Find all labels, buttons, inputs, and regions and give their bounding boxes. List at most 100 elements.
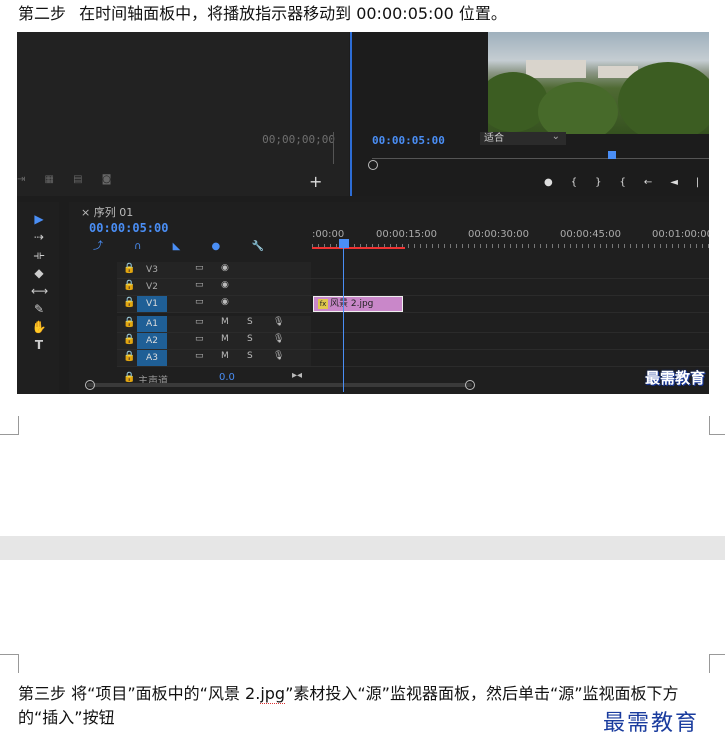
step3-pre: 第三步 将“项目”面板中的“风景 2. xyxy=(18,684,261,703)
ruler-label: 00:00:30:00 xyxy=(468,229,530,240)
premiere-screenshot: 00;00;00;00 ⇥ ▦ ▤ ◙ + 00:00:05:00 适合 ●{}… xyxy=(17,32,709,394)
step3-underlined: jpg xyxy=(260,684,286,704)
source-tool-icons: ⇥ ▦ ▤ ◙ xyxy=(17,174,120,185)
mute-button[interactable]: M xyxy=(221,317,229,327)
go-to-in-icon[interactable]: {← xyxy=(619,177,670,188)
lock-icon[interactable]: 🔒 xyxy=(123,351,135,362)
lock-icon[interactable]: 🔒 xyxy=(123,317,135,328)
track-name[interactable]: A2 xyxy=(137,333,167,349)
render-bar xyxy=(312,247,405,249)
mute-button[interactable]: M xyxy=(221,334,229,344)
program-ruler xyxy=(372,158,709,159)
filmstrip-icon[interactable]: ▭ xyxy=(195,280,204,290)
eye-icon[interactable]: ◉ xyxy=(221,280,229,290)
sync-icon[interactable]: ▭ xyxy=(195,351,204,361)
microphone-icon[interactable]: 🎙 xyxy=(273,351,284,361)
page-corner-mark xyxy=(709,416,725,435)
track-row: 🔒 V2 ▭ ◉ xyxy=(117,279,709,296)
marker-icon[interactable]: ● xyxy=(544,177,571,188)
sync-icon[interactable]: ▭ xyxy=(195,317,204,327)
clip-name: 风景 2.jpg xyxy=(330,299,374,309)
sync-icon[interactable]: ▭ xyxy=(195,334,204,344)
ruler-label: 00:00:45:00 xyxy=(560,229,622,240)
ruler-label: 00:00:15:00 xyxy=(376,229,438,240)
track-header: 🔒 V2 ▭ ◉ xyxy=(117,279,311,295)
step2-text: 在时间轴面板中，将播放指示器移动到 00:00:05:00 位置。 xyxy=(79,4,507,23)
lock-icon[interactable]: 🔒 xyxy=(123,372,135,383)
selection-tool-icon[interactable]: ▶ xyxy=(31,212,47,226)
source-timecode: 00;00;00;00 xyxy=(262,133,335,146)
page-break-gap xyxy=(0,536,725,560)
ruler-label: 00:01:00:00 xyxy=(652,229,709,240)
step-back-icon[interactable]: ◄| xyxy=(670,177,709,188)
time-ruler[interactable]: :00:00 00:00:15:00 00:00:30:00 00:00:45:… xyxy=(312,229,709,243)
track-header: 🔒 V1 ▭ ◉ xyxy=(117,296,311,312)
razor-tool-icon[interactable]: ◆ xyxy=(31,266,47,280)
timeline-clip[interactable]: fx 风景 2.jpg xyxy=(313,296,403,312)
filmstrip-icon[interactable]: ▭ xyxy=(195,297,204,307)
lock-icon[interactable]: 🔒 xyxy=(123,263,135,274)
slip-tool-icon[interactable]: ⟷ xyxy=(31,284,48,298)
lock-icon[interactable]: 🔒 xyxy=(123,297,135,308)
mark-in-icon[interactable]: { xyxy=(571,177,595,188)
source-divider xyxy=(333,132,334,164)
solo-button[interactable]: S xyxy=(247,334,253,344)
page-corner-mark xyxy=(709,654,725,673)
track-name[interactable]: A1 xyxy=(137,316,167,332)
track-row: 🔒 V3 ▭ ◉ xyxy=(117,262,709,279)
ripple-edit-tool-icon[interactable]: ⟛ xyxy=(31,248,47,262)
step2-label: 第二步 xyxy=(18,4,67,23)
eye-icon[interactable]: ◉ xyxy=(221,297,229,307)
page-corner-mark xyxy=(0,654,19,673)
program-transport-buttons[interactable]: ●{}{←◄| xyxy=(544,177,709,188)
track-name[interactable]: V3 xyxy=(137,262,167,278)
video-preview xyxy=(488,32,709,134)
scroll-handle-left[interactable] xyxy=(85,380,95,390)
track-header: 🔒 V3 ▭ ◉ xyxy=(117,262,311,278)
timeline-timecode[interactable]: 00:00:05:00 xyxy=(89,221,168,235)
master-volume-value[interactable]: 0.0 xyxy=(219,372,235,383)
track-name[interactable]: V1 xyxy=(137,296,167,312)
program-zoom-handle[interactable] xyxy=(368,160,378,170)
track-header: 🔒 A2 ▭ M S 🎙 xyxy=(117,333,311,349)
type-tool-icon[interactable]: T xyxy=(31,338,47,352)
watermark: 最需教育 xyxy=(603,711,700,736)
pen-tool-icon[interactable]: ✎ xyxy=(31,302,47,316)
track-header: 🔒 A3 ▭ M S 🎙 xyxy=(117,350,311,366)
hand-tool-icon[interactable]: ✋ xyxy=(31,320,47,334)
microphone-icon[interactable]: 🎙 xyxy=(273,317,284,327)
page-corner-mark xyxy=(0,416,19,435)
microphone-icon[interactable]: 🎙 xyxy=(273,334,284,344)
add-button[interactable]: + xyxy=(309,172,322,191)
track-row: 🔒 A2 ▭ M S 🎙 xyxy=(117,333,709,350)
lock-icon[interactable]: 🔒 xyxy=(123,280,135,291)
track-row: 🔒 A1 ▭ M S 🎙 xyxy=(117,316,709,333)
track-name[interactable]: A3 xyxy=(137,350,167,366)
mark-out-icon[interactable]: } xyxy=(595,177,619,188)
scroll-handle-right[interactable] xyxy=(465,380,475,390)
mute-button[interactable]: M xyxy=(221,351,229,361)
sequence-tab[interactable]: × 序列 01 xyxy=(81,204,133,220)
track-header: 🔒 A1 ▭ M S 🎙 xyxy=(117,316,311,332)
filmstrip-icon[interactable]: ▭ xyxy=(195,263,204,273)
tools-panel: ▶ ⇢ ⟛ ◆ ⟷ ✎ ✋ T xyxy=(17,202,59,394)
solo-button[interactable]: S xyxy=(247,317,253,327)
timeline-playhead-head[interactable] xyxy=(339,239,349,248)
track-row: 🔒 A3 ▭ M S 🎙 xyxy=(117,350,709,367)
program-timecode: 00:00:05:00 xyxy=(372,134,445,147)
source-monitor: 00;00;00;00 ⇥ ▦ ▤ ◙ + xyxy=(17,32,349,196)
timeline-scrollbar[interactable] xyxy=(87,383,472,387)
jump-to-end-icon[interactable]: ▸◂ xyxy=(292,370,302,381)
step2-heading: 第二步 在时间轴面板中，将播放指示器移动到 00:00:05:00 位置。 xyxy=(18,3,507,25)
timeline-tool-icons[interactable]: ⤴ ∩ ◣ ● 🔧 xyxy=(93,237,278,252)
lock-icon[interactable]: 🔒 xyxy=(123,334,135,345)
track-select-tool-icon[interactable]: ⇢ xyxy=(31,230,47,244)
fit-dropdown[interactable]: 适合 xyxy=(480,130,566,145)
fx-badge: fx xyxy=(318,299,328,309)
eye-icon[interactable]: ◉ xyxy=(221,263,229,273)
track-name[interactable]: V2 xyxy=(137,279,167,295)
program-playhead[interactable] xyxy=(608,151,616,159)
timeline-playhead-line xyxy=(343,247,344,392)
solo-button[interactable]: S xyxy=(247,351,253,361)
program-monitor: 00:00:05:00 适合 ●{}{←◄| xyxy=(350,32,709,196)
